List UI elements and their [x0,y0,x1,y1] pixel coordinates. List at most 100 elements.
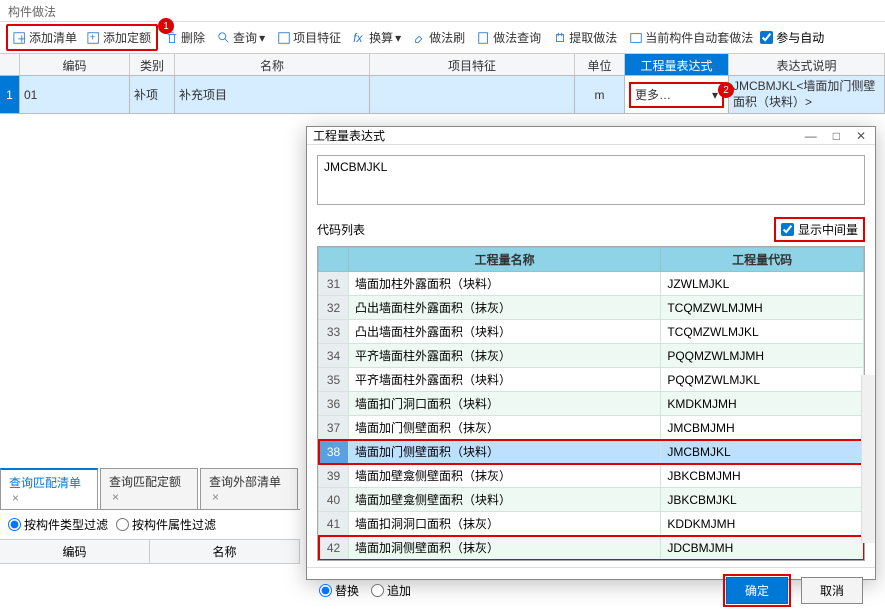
vertical-scrollbar[interactable] [861,375,875,543]
dialog-title: 工程量表达式 [313,127,385,144]
expression-input[interactable]: JMCBMJKL [317,155,865,205]
tab-match-list[interactable]: 查询匹配清单× [0,468,98,509]
row-category[interactable]: 补项 [130,76,175,114]
item-feature-label: 项目特征 [293,29,341,46]
row-name: 平齐墙面柱外露面积（抹灰） [349,344,661,368]
table-row[interactable]: 36墙面扣门洞口面积（块料）KMDKMJMH [319,392,864,416]
row-index: 35 [319,368,349,392]
row-expression-cell[interactable]: 更多… ▾ [625,76,729,114]
add-quota-button[interactable]: + 添加定额 [82,26,156,49]
auto-checkbox-input[interactable] [760,31,773,44]
row-code: JMCBMJKL [661,440,864,464]
radio-label: 按构件属性过滤 [132,516,216,533]
dropdown-icon: ▾ [395,31,401,45]
grid-header-desc[interactable]: 表达式说明 [729,54,885,75]
close-icon[interactable]: × [12,491,19,505]
grid-header-unit[interactable]: 单位 [575,54,625,75]
current-auto-button[interactable]: 当前构件自动套做法 [624,26,758,49]
table-row[interactable]: 34平齐墙面柱外露面积（抹灰）PQQMZWLMJMH [319,344,864,368]
add-list-button[interactable]: 添加清单 [8,26,82,49]
filter-by-type[interactable]: 按构件类型过滤 [8,516,108,533]
replace-radio[interactable]: 替换 [319,582,359,599]
tab-label: 查询外部清单 [209,475,281,489]
row-code: JBKCBMJKL [661,488,864,512]
method-query-button[interactable]: 做法查询 [472,26,546,49]
row-code: JBKCBMJMH [661,464,864,488]
table-row[interactable]: 39墙面加壁龛侧壁面积（抹灰）JBKCBMJMH [319,464,864,488]
radio-label: 替换 [335,582,359,599]
table-row[interactable]: 32凸出墙面柱外露面积（抹灰）TCQMZWLMJMH [319,296,864,320]
table-row[interactable]: 37墙面加门侧壁面积（抹灰）JMCBMJMH [319,416,864,440]
table-row[interactable]: 42墙面加洞侧壁面积（抹灰）JDCBMJMH [319,536,864,560]
grid-header-index [0,54,20,75]
grid-header-feature[interactable]: 项目特征 [370,54,575,75]
query-label: 查询 [233,29,257,46]
bottom-panel: 查询匹配清单× 查询匹配定额× 查询外部清单× 按构件类型过滤 按构件属性过滤 … [0,468,300,564]
row-index: 40 [319,488,349,512]
row-feature[interactable] [370,76,575,114]
row-index: 32 [319,296,349,320]
col-code[interactable]: 工程量代码 [661,248,864,272]
dialog-titlebar[interactable]: 工程量表达式 — □ ✕ [307,127,875,145]
filter-grid-header: 编码 名称 [0,539,300,564]
show-mid-checkbox-input[interactable] [781,223,794,236]
close-icon[interactable]: × [112,490,119,504]
table-row[interactable]: 40墙面加壁龛侧壁面积（块料）JBKCBMJKL [319,488,864,512]
filter-by-attr-radio[interactable] [116,518,129,531]
row-code: KMDKMJMH [661,392,864,416]
extract-button[interactable]: 提取做法 [548,26,622,49]
row-unit[interactable]: m [575,76,625,114]
tab-external-list[interactable]: 查询外部清单× [200,468,298,509]
grid-header-expression[interactable]: 工程量表达式 [625,54,729,75]
convert-button[interactable]: fx 换算 ▾ [348,26,406,49]
query-button[interactable]: 查询 ▾ [212,26,270,49]
col-name[interactable]: 工程量名称 [349,248,661,272]
codelist-label: 代码列表 [317,221,365,238]
show-mid-checkbox[interactable]: 显示中间量 [774,217,865,242]
grid-header-name[interactable]: 名称 [175,54,370,75]
ok-button[interactable]: 确定 [726,577,788,604]
filter-by-attr[interactable]: 按构件属性过滤 [116,516,216,533]
append-radio[interactable]: 追加 [371,582,411,599]
auto-checkbox[interactable]: 参与自动 [760,29,824,46]
table-row[interactable]: 35平齐墙面柱外露面积（块料）PQQMZWLMJKL [319,368,864,392]
minimize-button[interactable]: — [802,129,820,143]
filter-col-code[interactable]: 编码 [0,540,150,563]
table-row[interactable]: 41墙面扣洞洞口面积（抹灰）KDDKMJMH [319,512,864,536]
row-code: PQQMZWLMJKL [661,368,864,392]
row-name[interactable]: 补充项目 [175,76,370,114]
expression-more-button[interactable]: 更多… ▾ [629,82,724,108]
brush-button[interactable]: 做法刷 [408,26,470,49]
main-toolbar: 添加清单 + 添加定额 删除 查询 ▾ 项目特征 fx 换算 ▾ 做法刷 做法查… [0,22,885,54]
filter-by-type-radio[interactable] [8,518,21,531]
step-badge-2: 2 [718,82,734,98]
convert-label: 换算 [369,29,393,46]
feature-icon [277,31,291,45]
cancel-button[interactable]: 取消 [801,577,863,604]
row-code[interactable]: 01 [20,76,130,114]
maximize-button[interactable]: □ [830,129,843,143]
extract-icon [553,31,567,45]
table-row[interactable]: 33凸出墙面柱外露面积（块料）TCQMZWLMJKL [319,320,864,344]
grid-header-code[interactable]: 编码 [20,54,130,75]
step-badge-1: 1 [158,18,174,34]
item-feature-button[interactable]: 项目特征 [272,26,346,49]
code-table-wrap[interactable]: 工程量名称 工程量代码 31墙面加柱外露面积（块料）JZWLMJKL32凸出墙面… [317,246,865,561]
row-name: 凸出墙面柱外露面积（块料） [349,320,661,344]
filter-col-name[interactable]: 名称 [150,540,300,563]
svg-text:+: + [90,31,96,43]
grid-row[interactable]: 1 01 补项 补充项目 m 更多… ▾ JMCBMJKL<墙面加门侧壁面积（块… [0,76,885,114]
grid-header-category[interactable]: 类别 [130,54,175,75]
table-row[interactable]: 38墙面加门侧壁面积（块料）JMCBMJKL [319,440,864,464]
dropdown-icon: ▾ [259,31,265,45]
tab-match-quota[interactable]: 查询匹配定额× [100,468,198,509]
row-index: 34 [319,344,349,368]
close-icon[interactable]: × [212,490,219,504]
row-name: 墙面扣洞洞口面积（抹灰） [349,512,661,536]
table-row[interactable]: 31墙面加柱外露面积（块料）JZWLMJKL [319,272,864,296]
append-radio-input[interactable] [371,584,384,597]
replace-radio-input[interactable] [319,584,332,597]
close-button[interactable]: ✕ [853,129,869,143]
row-name: 墙面加门侧壁面积（抹灰） [349,416,661,440]
row-index: 42 [319,536,349,560]
